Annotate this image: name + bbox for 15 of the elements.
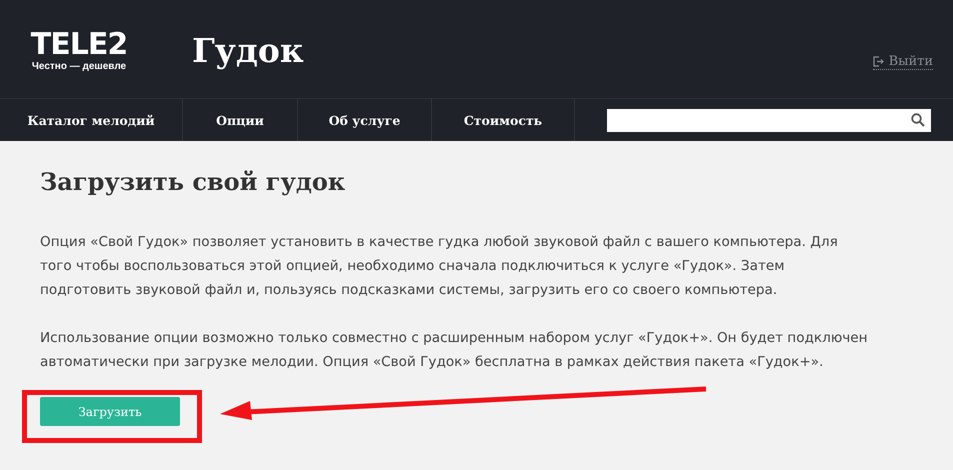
logout-icon xyxy=(872,56,884,67)
arrow-icon xyxy=(218,385,708,421)
paragraph: Опция «Свой Гудок» позволяет установить в качестве гудка любой звуковой файл с вашего компьютера. Для того чтобы воспользоваться этой опцией, необходимо сначала подключиться к услуге «Гудок». Затем подготовить звуковой файл и, пользуясь подсказками системы, загрузить его со своего компьютера. xyxy=(40,233,839,300)
logout-link[interactable]: Выйти xyxy=(872,54,933,70)
slogan: Честно — дешевле xyxy=(32,60,126,72)
nav-tab[interactable]: Опции xyxy=(183,99,298,141)
page-title: Гудок xyxy=(192,30,305,70)
nav-tab[interactable]: Об услуге xyxy=(298,99,432,141)
search-field[interactable] xyxy=(607,108,931,132)
nav-tab[interactable]: Стоимость xyxy=(432,99,575,141)
nav-tab[interactable]: Каталог мелодий xyxy=(0,99,183,141)
logo: TELE2 xyxy=(30,28,128,60)
section-heading: Загрузить свой гудок xyxy=(40,167,346,196)
search-icon xyxy=(911,113,925,127)
paragraph: Использование опции возможно только совместно с расширенным набором услуг «Гудок+». Он будет подключен автоматически при загрузке мелодии. Опция «Свой Гудок» бесплатна в рамках действия пакета «Гудок+». xyxy=(40,329,869,372)
